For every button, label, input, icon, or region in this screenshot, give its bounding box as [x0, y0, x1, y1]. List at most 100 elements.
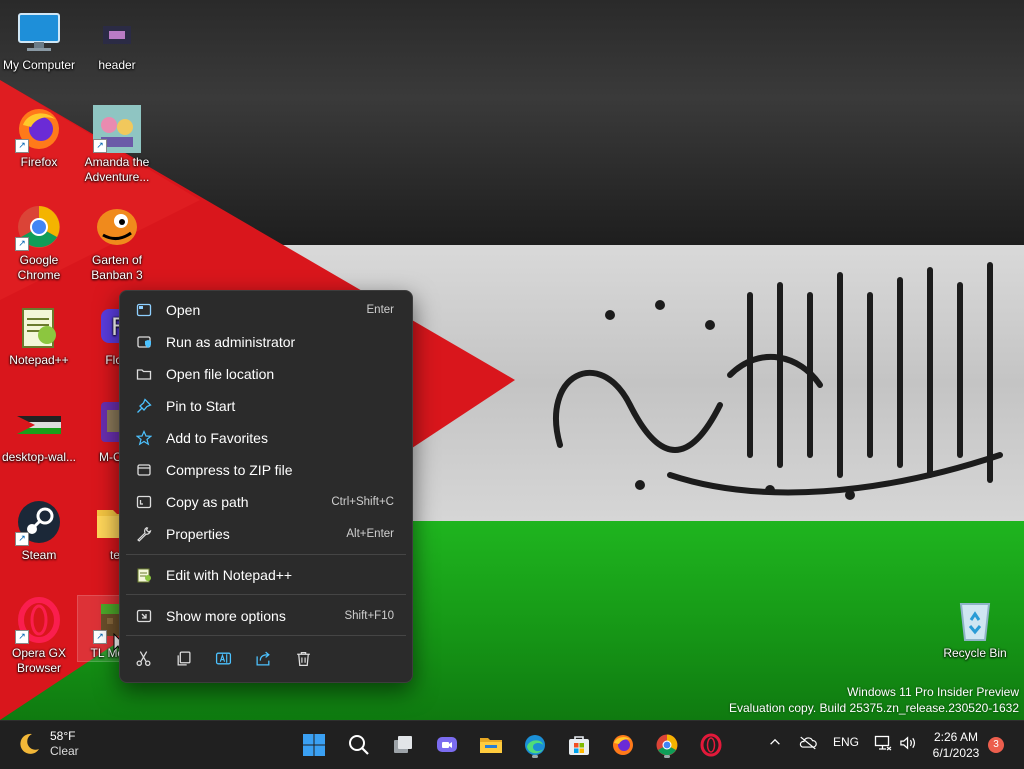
network-status[interactable] [873, 735, 893, 751]
menu-item-open-file-location[interactable]: Open file location [124, 359, 408, 389]
menu-item-edit-notepadpp[interactable]: Edit with Notepad++ [124, 560, 408, 590]
desktop-icon-notepadpp[interactable]: Notepad++ [0, 303, 78, 368]
volume-control[interactable] [897, 735, 919, 751]
onedrive-status[interactable] [797, 735, 819, 750]
edge-icon [525, 735, 545, 755]
cloud-offline-icon [799, 736, 817, 750]
menu-item-label: Properties [166, 526, 230, 542]
copy-icon[interactable] [171, 646, 195, 670]
menu-item-show-more-options[interactable]: Show more options Shift+F10 [124, 601, 408, 631]
steam-icon: ↗ [15, 498, 63, 546]
desktop-icon-label: Garten of Banban 3 [91, 253, 143, 282]
copy-path-icon [136, 494, 152, 510]
delete-icon[interactable] [291, 646, 315, 670]
firefox-icon [613, 735, 633, 755]
menu-separator [126, 554, 406, 555]
clock-date: 6/1/2023 [932, 746, 980, 760]
menu-item-shortcut: Ctrl+Shift+C [331, 496, 394, 508]
chat-icon [437, 737, 457, 752]
file-explorer-icon [480, 738, 502, 753]
weather-widget[interactable]: 58°F Clear [16, 729, 79, 759]
taskbar-chat[interactable] [431, 729, 463, 761]
menu-item-pin-to-start[interactable]: Pin to Start [124, 391, 408, 421]
opera-icon: ↗ [15, 596, 63, 644]
zip-icon [136, 462, 152, 478]
menu-item-copy-as-path[interactable]: Copy as path Ctrl+Shift+C [124, 487, 408, 517]
menu-item-label: Run as administrator [166, 334, 296, 350]
desktop-icon-label: Recycle Bin [943, 646, 1007, 660]
taskbar-file-explorer[interactable] [475, 729, 507, 761]
menu-item-open[interactable]: Open Enter [124, 295, 408, 325]
desktop-icon-wallpaper[interactable]: desktop-wal... [0, 400, 78, 465]
open-icon [136, 302, 152, 318]
menu-item-add-to-favorites[interactable]: Add to Favorites [124, 423, 408, 453]
game-icon [93, 203, 141, 251]
shortcut-arrow-icon: ↗ [15, 532, 29, 546]
shortcut-arrow-icon: ↗ [93, 139, 107, 153]
running-indicator [532, 755, 538, 758]
clock[interactable]: 2:26 AM 6/1/2023 [924, 729, 988, 761]
desktop-icon-garten[interactable]: Garten of Banban 3 [78, 203, 156, 283]
desktop-icon-label: Steam [21, 548, 57, 562]
taskbar-firefox[interactable] [607, 729, 639, 761]
firefox-icon: ↗ [15, 105, 63, 153]
running-indicator [664, 755, 670, 758]
taskbar-search-button[interactable] [343, 729, 375, 761]
menu-item-label: Copy as path [166, 494, 249, 510]
wallpaper-calligraphy [553, 262, 1003, 500]
taskbar-store[interactable] [563, 729, 595, 761]
desktop-icon-label: Notepad++ [9, 353, 69, 367]
start-button[interactable] [298, 729, 330, 761]
desktop-icon-label: Google Chrome [17, 253, 61, 282]
opera-icon [700, 733, 722, 757]
desktop-icon-opera-gx[interactable]: ↗ Opera GX Browser [0, 596, 78, 676]
menu-item-shortcut: Alt+Enter [346, 528, 394, 540]
context-menu[interactable]: Open Enter Run as administrator Open fil… [119, 290, 413, 683]
menu-item-label: Show more options [166, 608, 286, 624]
menu-item-label: Open file location [166, 366, 275, 382]
taskbar-chrome[interactable] [651, 729, 683, 761]
menu-item-label: Add to Favorites [166, 430, 268, 446]
search-icon [349, 735, 369, 755]
recycle-bin-icon [951, 596, 999, 644]
task-view-icon [394, 736, 412, 753]
desktop-icon-label: My Computer [2, 58, 76, 72]
menu-item-compress-zip[interactable]: Compress to ZIP file [124, 455, 408, 485]
rename-icon[interactable] [211, 646, 235, 670]
pin-icon [136, 398, 152, 414]
folder-icon [136, 366, 152, 382]
show-hidden-icons[interactable] [766, 735, 784, 749]
notepadpp-icon [15, 303, 63, 351]
desktop-icon-firefox[interactable]: ↗ Firefox [0, 105, 78, 170]
speaker-icon [899, 736, 915, 750]
menu-separator [126, 635, 406, 636]
desktop-icon-label: header [98, 58, 136, 72]
taskbar-edge[interactable] [519, 729, 551, 761]
shortcut-arrow-icon: ↗ [15, 237, 29, 251]
menu-item-label: Compress to ZIP file [166, 462, 293, 478]
language-indicator[interactable]: ENG [829, 735, 863, 749]
chrome-icon: ↗ [15, 203, 63, 251]
desktop-icon-header[interactable]: header [78, 8, 156, 73]
menu-item-properties[interactable]: Properties Alt+Enter [124, 519, 408, 549]
desktop-icon-my-computer[interactable]: My Computer [0, 8, 78, 73]
menu-item-label: Edit with Notepad++ [166, 567, 293, 583]
menu-item-run-as-admin[interactable]: Run as administrator [124, 327, 408, 357]
taskbar-opera[interactable] [695, 729, 727, 761]
menu-item-label: Open [166, 302, 201, 318]
menu-item-label: Pin to Start [166, 398, 236, 414]
task-view-button[interactable] [387, 729, 419, 761]
share-icon[interactable] [251, 646, 275, 670]
desktop-icon-amanda[interactable]: ↗ Amanda the Adventure... [78, 105, 156, 185]
wrench-icon [136, 526, 152, 542]
more-options-icon [136, 608, 152, 624]
image-file-icon [15, 400, 63, 448]
watermark-line2: Evaluation copy. Build 25375.zn_release.… [729, 701, 1019, 715]
notification-badge[interactable]: 3 [988, 737, 1004, 753]
shortcut-arrow-icon: ↗ [15, 630, 29, 644]
desktop-icon-recycle-bin[interactable]: Recycle Bin [936, 596, 1014, 661]
cut-icon[interactable] [131, 646, 155, 670]
desktop-icon-chrome[interactable]: ↗ Google Chrome [0, 203, 78, 283]
desktop-icon-steam[interactable]: ↗ Steam [0, 498, 78, 563]
weather-temp: 58°F [50, 729, 76, 743]
